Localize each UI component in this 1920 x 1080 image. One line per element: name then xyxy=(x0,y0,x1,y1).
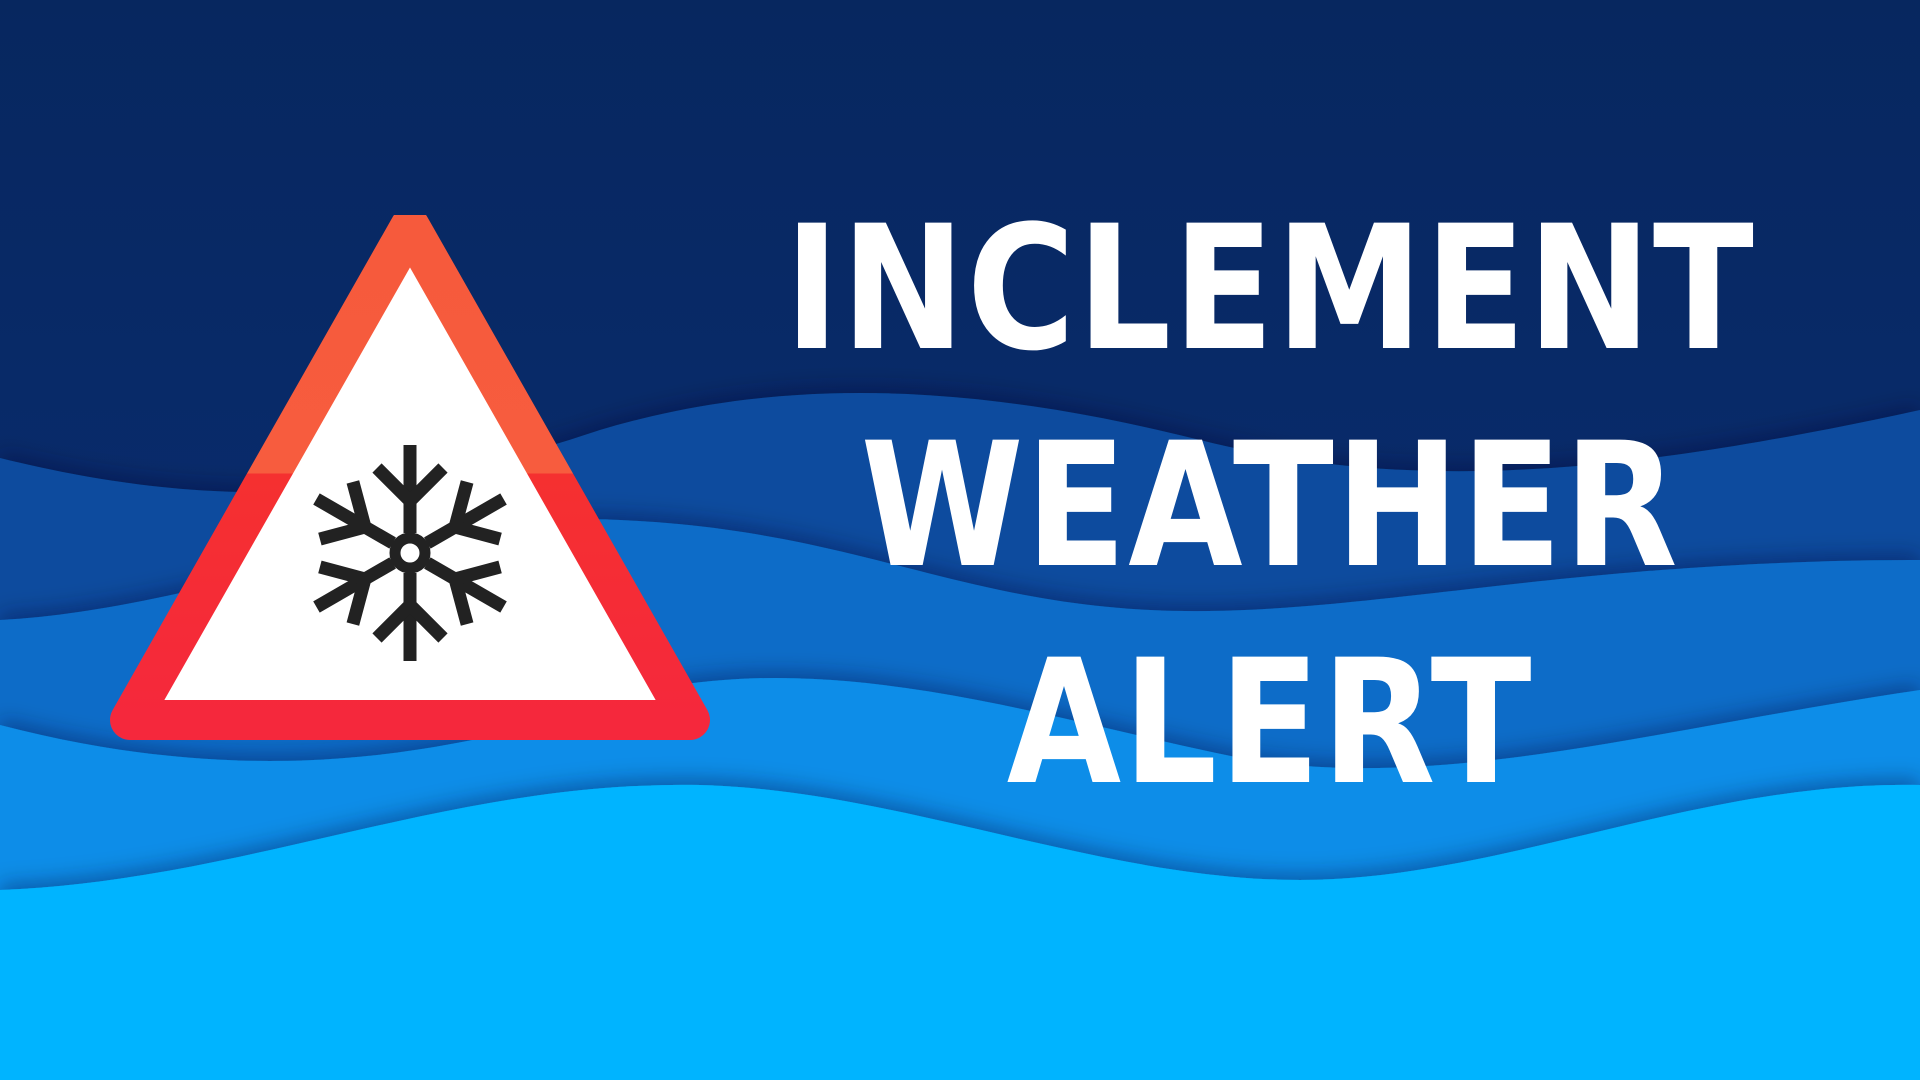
warning-triangle-icon xyxy=(110,215,710,740)
alert-headline: INCLEMENT WEATHER ALERT xyxy=(780,180,1760,831)
headline-line-3: ALERT xyxy=(1006,622,1534,823)
headline-line-2: WEATHER xyxy=(860,405,1680,606)
headline-line-1: INCLEMENT xyxy=(784,188,1756,389)
alert-banner: INCLEMENT WEATHER ALERT xyxy=(0,0,1920,1080)
